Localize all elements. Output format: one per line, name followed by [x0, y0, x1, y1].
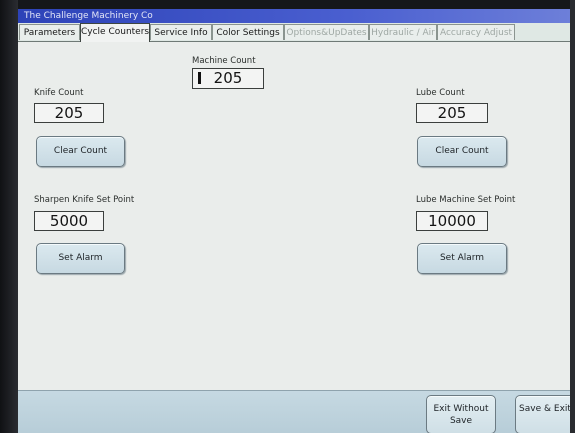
save-and-exit-button[interactable]: Save & Exit [515, 395, 570, 433]
lube-setpoint-label: Lube Machine Set Point [416, 195, 516, 205]
tab-parameters[interactable]: Parameters [19, 24, 80, 40]
lube-set-alarm-label: Set Alarm [439, 253, 485, 263]
monitor-bezel-left [0, 0, 18, 433]
save-button-line1: Save & [519, 404, 552, 414]
knife-set-alarm-label: Set Alarm [58, 253, 103, 263]
tab-cycle-counters[interactable]: Cycle Counters [80, 23, 150, 42]
tab-bar: Parameters Cycle Counters Service Info C… [18, 23, 570, 42]
exit-without-save-button[interactable]: Exit Without Save [426, 395, 496, 433]
knife-clear-count-button[interactable]: Clear Count [36, 136, 125, 167]
lube-clear-count-label: Clear Count [435, 146, 489, 156]
tab-options-updates[interactable]: Options&UpDates [284, 24, 369, 40]
tab-accuracy-adjust[interactable]: Accuracy Adjust [437, 24, 515, 40]
lube-count-value: 205 [437, 104, 467, 122]
hmi-screen: The Challenge Machinery Co Parameters Cy… [18, 9, 570, 433]
knife-setpoint-value: 5000 [49, 212, 89, 230]
knife-setpoint-label: Sharpen Knife Set Point [34, 195, 135, 205]
lube-count-field[interactable]: 205 [416, 103, 488, 123]
machine-count-field: 205 [192, 68, 264, 89]
knife-set-alarm-button[interactable]: Set Alarm [36, 243, 125, 274]
lube-clear-count-button[interactable]: Clear Count [417, 136, 507, 167]
knife-count-label: Knife Count [34, 88, 84, 98]
save-button-line2: Exit [553, 404, 570, 414]
machine-count-value: 205 [213, 69, 243, 87]
knife-clear-count-label: Clear Count [53, 146, 108, 156]
knife-count-value: 205 [54, 104, 84, 122]
lube-setpoint-field[interactable]: 10000 [416, 211, 488, 231]
lube-setpoint-value: 10000 [428, 212, 476, 230]
exit-button-line2: Without Save [449, 404, 489, 426]
tab-hydraulic-air[interactable]: Hydraulic / Air [369, 24, 437, 40]
machine-count-label: Machine Count [192, 56, 256, 66]
monitor-bezel-right [570, 0, 575, 433]
monitor-bezel-top [0, 0, 575, 9]
footer-bar: Exit Without Save Save & Exit [18, 390, 570, 433]
knife-count-field[interactable]: 205 [34, 103, 104, 123]
lube-count-label: Lube Count [416, 88, 465, 98]
tab-service-info[interactable]: Service Info [150, 24, 212, 40]
tab-color-settings[interactable]: Color Settings [212, 24, 284, 40]
exit-button-line1: Exit [433, 404, 451, 414]
cycle-counters-panel: Machine Count 205 Knife Count 205 Clear … [18, 42, 570, 390]
knife-setpoint-field[interactable]: 5000 [34, 211, 104, 231]
window-title: The Challenge Machinery Co [18, 9, 570, 23]
lube-set-alarm-button[interactable]: Set Alarm [417, 243, 507, 274]
text-cursor [198, 72, 201, 84]
